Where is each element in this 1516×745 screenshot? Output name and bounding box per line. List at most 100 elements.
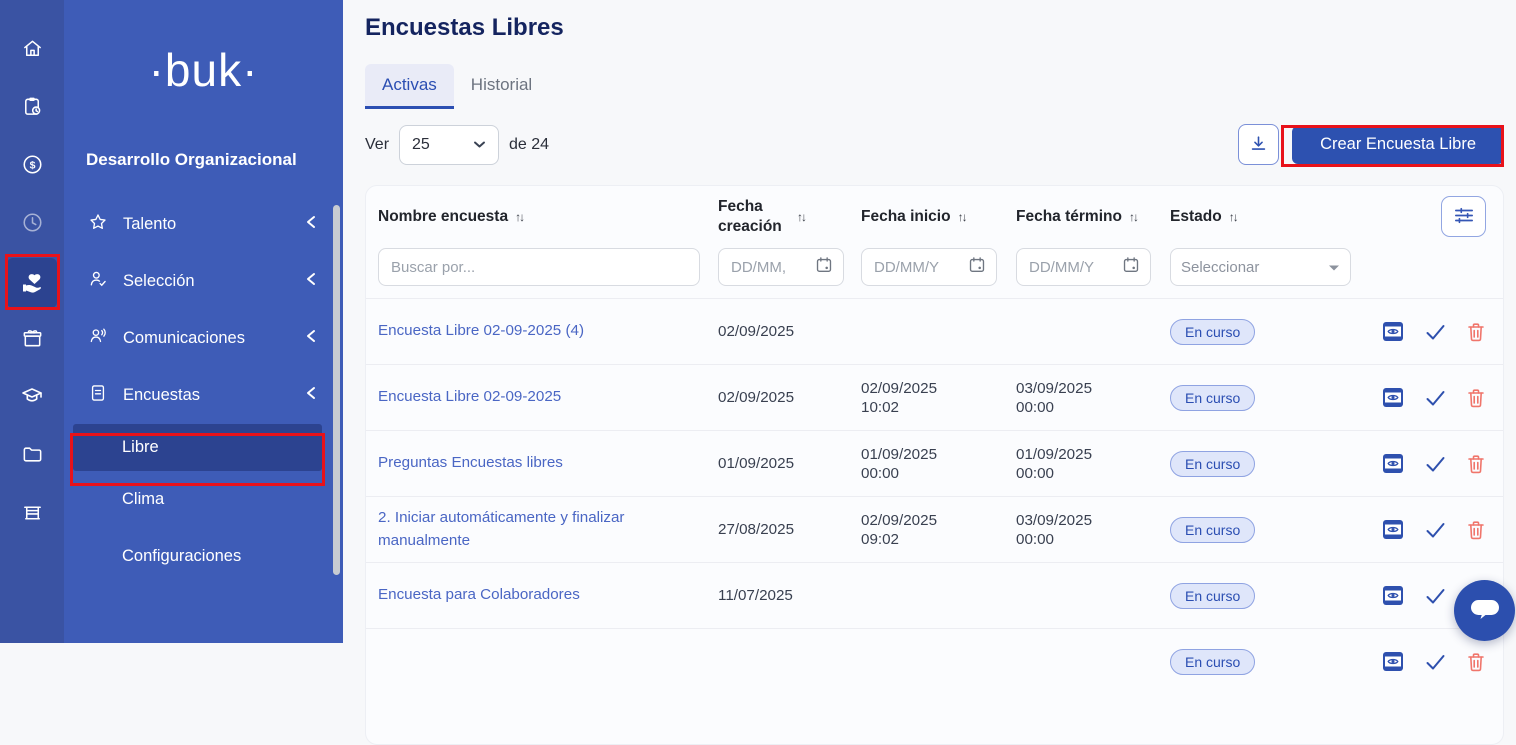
fecha-termino-cell xyxy=(1016,661,1170,663)
survey-name-link[interactable]: Encuesta Libre 02-09-2025 xyxy=(378,386,718,408)
tab-historial[interactable]: Historial xyxy=(454,64,549,109)
fecha-termino-cell: 03/09/202500:00 xyxy=(1016,380,1170,416)
page-size-select[interactable]: 25 xyxy=(399,125,499,165)
fecha-creacion-cell: 02/09/2025 xyxy=(718,323,861,340)
download-button[interactable] xyxy=(1238,124,1279,165)
ver-label: Ver xyxy=(365,136,389,154)
column-header-nombre[interactable]: Nombre encuesta ↑↓ xyxy=(378,208,718,226)
survey-name-link[interactable]: Preguntas Encuestas libres xyxy=(378,452,718,474)
chat-launcher-button[interactable] xyxy=(1454,580,1515,641)
fecha-creacion-input[interactable] xyxy=(729,258,815,277)
preview-icon[interactable] xyxy=(1382,387,1404,408)
fecha-termino-cell: 01/09/202500:00 xyxy=(1016,446,1170,482)
column-header-fecha-inicio[interactable]: Fecha inicio ↑↓ xyxy=(861,208,1016,226)
hand-heart-icon[interactable] xyxy=(7,258,57,308)
sidebar-subitem-label: Clima xyxy=(122,490,164,509)
sort-icon[interactable]: ↑↓ xyxy=(515,210,523,224)
fecha-termino-input[interactable] xyxy=(1027,258,1122,277)
tab-activas[interactable]: Activas xyxy=(365,64,454,109)
fecha-inicio-cell xyxy=(861,661,1016,663)
icon-rail: $ xyxy=(0,0,64,643)
clipboard-clock-icon[interactable] xyxy=(7,84,57,128)
sidebar: ·buk· Desarrollo Organizacional Talento … xyxy=(64,0,343,643)
trash-icon[interactable] xyxy=(1467,520,1485,540)
check-icon[interactable] xyxy=(1425,587,1446,605)
survey-name-link[interactable]: Encuesta para Colaboradores xyxy=(378,584,718,606)
check-icon[interactable] xyxy=(1425,389,1446,407)
table-body: Encuesta Libre 02-09-2025 (4) 02/09/2025… xyxy=(366,298,1503,694)
sidebar-item-label: Comunicaciones xyxy=(123,329,290,348)
trash-icon[interactable] xyxy=(1467,454,1485,474)
search-filter xyxy=(378,248,700,286)
preview-icon[interactable] xyxy=(1382,651,1404,672)
page-size-value: 25 xyxy=(412,136,430,154)
status-badge: En curso xyxy=(1170,517,1255,543)
sliders-icon xyxy=(1454,206,1474,228)
gift-icon[interactable] xyxy=(7,316,57,360)
sidebar-item-encuestas[interactable]: Encuestas xyxy=(64,367,343,424)
trash-icon[interactable] xyxy=(1467,652,1485,672)
calendar-icon[interactable] xyxy=(1122,256,1140,279)
survey-name-link[interactable]: 2. Iniciar automáticamente y finalizar m… xyxy=(378,507,718,551)
preview-icon[interactable] xyxy=(1382,453,1404,474)
download-icon xyxy=(1249,134,1268,156)
sidebar-subitem-configuraciones[interactable]: Configuraciones xyxy=(64,528,343,585)
sort-icon[interactable]: ↑↓ xyxy=(1129,210,1137,224)
sidebar-item-comunicaciones[interactable]: Comunicaciones xyxy=(64,310,343,367)
chevron-left-icon xyxy=(305,272,317,291)
toolbar: Ver 25 de 24 Crear Encuesta Libre xyxy=(365,124,1504,165)
table-row: Encuesta para Colaboradores 11/07/2025 E… xyxy=(366,562,1503,628)
svg-text:$: $ xyxy=(29,159,35,171)
calendar-icon[interactable] xyxy=(815,256,833,279)
chevron-down-icon xyxy=(473,136,486,154)
trash-icon[interactable] xyxy=(1467,388,1485,408)
fecha-creacion-cell: 11/07/2025 xyxy=(718,587,861,604)
check-icon[interactable] xyxy=(1425,323,1446,341)
total-count-label: de 24 xyxy=(509,136,549,154)
fecha-inicio-input[interactable] xyxy=(872,258,968,277)
chevron-left-icon xyxy=(305,386,317,405)
search-input[interactable] xyxy=(389,258,689,277)
dollar-circle-icon[interactable]: $ xyxy=(7,142,57,186)
column-header-estado[interactable]: Estado ↑↓ xyxy=(1170,208,1382,226)
check-icon[interactable] xyxy=(1425,455,1446,473)
preview-icon[interactable] xyxy=(1382,585,1404,606)
sidebar-subitem-libre[interactable]: Libre xyxy=(73,424,322,471)
home-icon[interactable] xyxy=(7,26,57,70)
sidebar-item-seleccion[interactable]: Selección xyxy=(64,253,343,310)
column-header-fecha-creacion[interactable]: Fecha creación ↑↓ xyxy=(718,197,861,237)
fecha-creacion-cell: 01/09/2025 xyxy=(718,455,861,472)
fecha-inicio-cell: 02/09/202509:02 xyxy=(861,512,1016,548)
check-icon[interactable] xyxy=(1425,521,1446,539)
sidebar-item-talento[interactable]: Talento xyxy=(64,196,343,253)
fecha-inicio-cell: 01/09/202500:00 xyxy=(861,446,1016,482)
fecha-inicio-cell xyxy=(861,331,1016,333)
sort-icon[interactable]: ↑↓ xyxy=(797,210,805,224)
preview-icon[interactable] xyxy=(1382,519,1404,540)
estado-filter-select[interactable]: Seleccionar xyxy=(1170,248,1351,286)
fecha-termino-cell: 03/09/202500:00 xyxy=(1016,512,1170,548)
preview-icon[interactable] xyxy=(1382,321,1404,342)
folder-icon[interactable] xyxy=(7,432,57,476)
page-title: Encuestas Libres xyxy=(365,14,1504,42)
table-row: En curso xyxy=(366,628,1503,694)
check-icon[interactable] xyxy=(1425,653,1446,671)
graduation-cap-icon[interactable] xyxy=(7,374,57,418)
storefront-icon[interactable] xyxy=(7,490,57,534)
survey-name-link[interactable]: Encuesta Libre 02-09-2025 (4) xyxy=(378,320,718,342)
surveys-table: Nombre encuesta ↑↓ Fecha creación ↑↓ Fec… xyxy=(365,185,1504,745)
sort-icon[interactable]: ↑↓ xyxy=(1229,210,1237,224)
column-header-fecha-termino[interactable]: Fecha término ↑↓ xyxy=(1016,208,1170,226)
table-filter-row: Seleccionar xyxy=(366,248,1503,298)
create-survey-button[interactable]: Crear Encuesta Libre xyxy=(1292,126,1504,164)
status-badge: En curso xyxy=(1170,583,1255,609)
clock-icon[interactable] xyxy=(7,200,57,244)
sidebar-scrollbar[interactable] xyxy=(333,205,340,575)
chat-bubble-icon xyxy=(1470,597,1500,624)
trash-icon[interactable] xyxy=(1467,322,1485,342)
column-settings-button[interactable] xyxy=(1441,196,1486,237)
sidebar-subitem-clima[interactable]: Clima xyxy=(64,471,343,528)
calendar-icon[interactable] xyxy=(968,256,986,279)
sort-icon[interactable]: ↑↓ xyxy=(958,210,966,224)
tab-bar: Activas Historial xyxy=(365,64,1504,109)
